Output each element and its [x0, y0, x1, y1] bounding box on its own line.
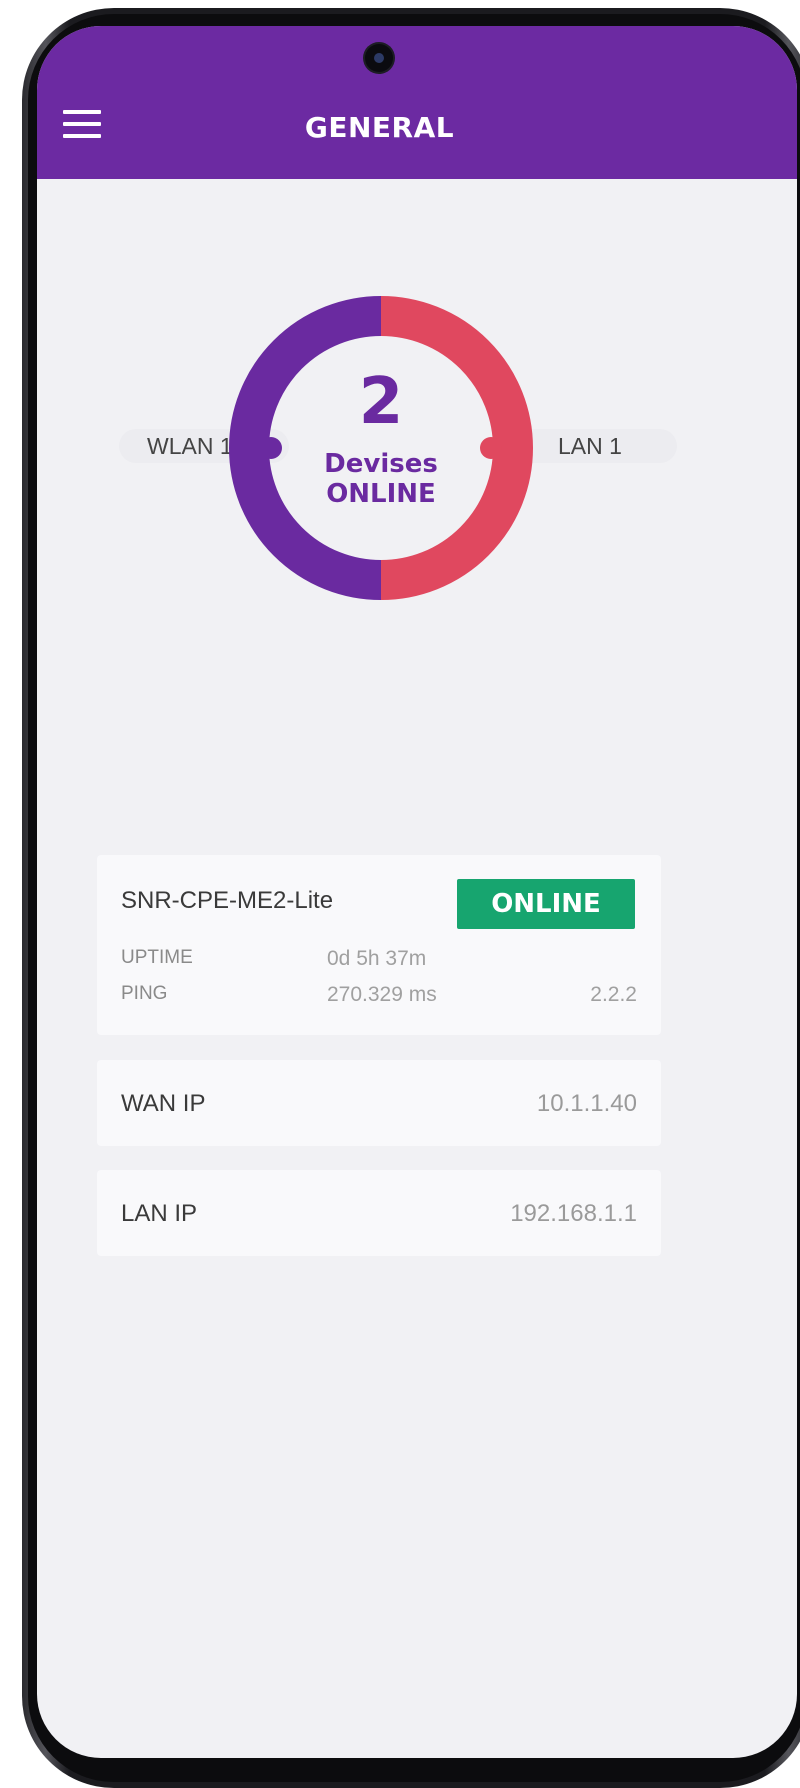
app-screen: GENERAL WLAN 1 LAN 1 2 Devises ONLINE SN… [37, 26, 797, 1758]
device-model-name: SNR-CPE-ME2-Lite [121, 887, 334, 914]
online-device-count: 2 [358, 365, 404, 439]
uptime-label: UPTIME [121, 947, 193, 968]
wan-ip-value: 10.1.1.40 [536, 1090, 637, 1117]
caption-line-online: ONLINE [326, 479, 436, 509]
lan-ip-card[interactable]: LAN IP 192.168.1.1 [97, 1170, 661, 1256]
lan-ip-label: LAN IP [121, 1200, 198, 1227]
status-badge: ONLINE [457, 879, 635, 929]
ping-value: 270.329 ms [327, 983, 437, 1006]
front-camera-icon [365, 44, 393, 72]
lan-port-text: LAN 1 [558, 433, 622, 459]
uptime-value: 0d 5h 37m [327, 947, 427, 970]
page-title: GENERAL [304, 111, 455, 144]
devices-donut-chart [229, 296, 533, 600]
online-device-caption: Devises ONLINE [229, 449, 533, 509]
ping-target: 2.2.2 [590, 983, 637, 1006]
caption-line-devises: Devises [324, 449, 438, 479]
wan-ip-card[interactable]: WAN IP 10.1.1.40 [97, 1060, 661, 1146]
wlan-port-text: WLAN 1 [147, 433, 233, 459]
device-status-card[interactable]: SNR-CPE-ME2-Lite ONLINE UPTIME 0d 5h 37m… [97, 855, 661, 1035]
lan-ip-value: 192.168.1.1 [510, 1200, 637, 1227]
wan-ip-label: WAN IP [121, 1090, 206, 1117]
top-app-bar: GENERAL [37, 26, 797, 179]
ping-label: PING [121, 983, 168, 1004]
